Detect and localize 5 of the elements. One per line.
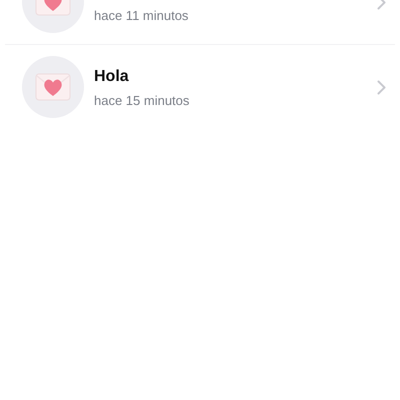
message-time: hace 11 minutos [94, 7, 188, 25]
chevron-right-icon [377, 80, 386, 95]
message-title: Hola [94, 67, 129, 87]
message-time: hace 15 minutos [94, 92, 190, 110]
love-letter-icon [35, 73, 71, 101]
